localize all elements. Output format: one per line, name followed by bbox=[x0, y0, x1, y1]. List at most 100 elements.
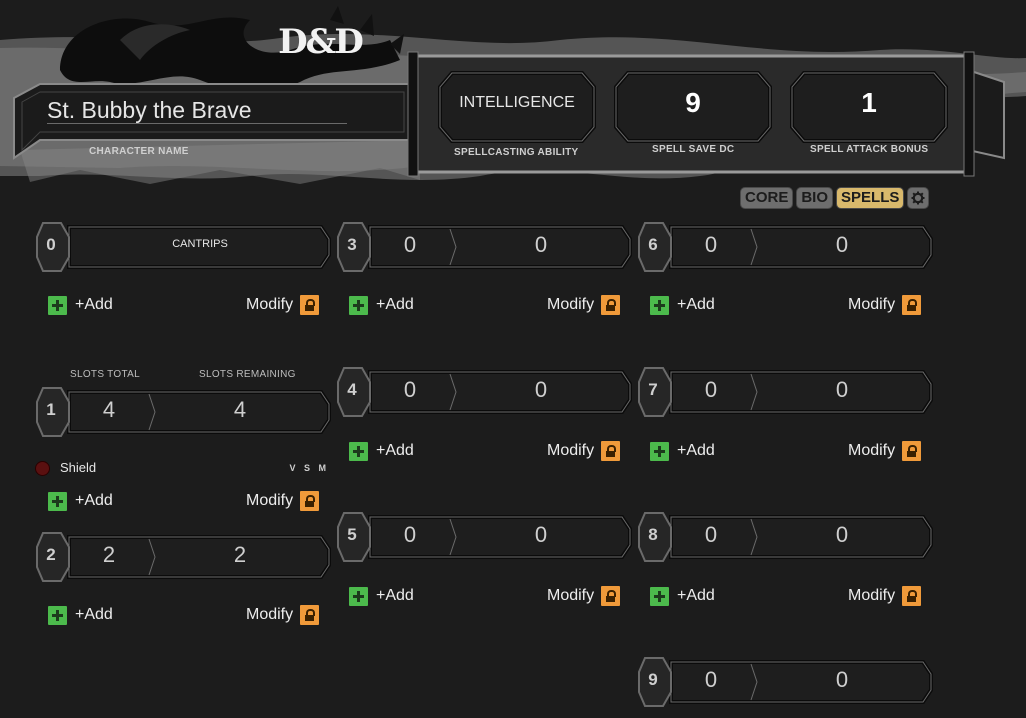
modify-button-level-0[interactable]: Modify bbox=[246, 294, 320, 316]
spell-save-dc-box: 9 bbox=[614, 71, 772, 143]
modify-label: Modify bbox=[547, 587, 595, 604]
tab-spells[interactable]: SPELLS bbox=[836, 187, 905, 209]
modify-button-level-1[interactable]: Modify bbox=[246, 490, 320, 512]
spell-components: V S M bbox=[289, 463, 329, 473]
slots-remaining-value[interactable]: 2 bbox=[151, 542, 329, 568]
spell-level-0-bar: 0 CANTRIPS bbox=[35, 221, 331, 273]
modify-label: Modify bbox=[848, 296, 896, 313]
slots-total-value[interactable]: 4 bbox=[71, 397, 147, 423]
plus-icon bbox=[349, 295, 368, 315]
spellcasting-ability-box[interactable]: INTELLIGENCE bbox=[438, 71, 596, 143]
level-number: 5 bbox=[347, 525, 357, 544]
add-spell-button-level-7[interactable]: +Add bbox=[650, 441, 715, 461]
add-spell-button-level-2[interactable]: +Add bbox=[48, 605, 113, 625]
add-label: +Add bbox=[376, 442, 414, 459]
lock-icon bbox=[300, 491, 320, 511]
add-spell-button-level-6[interactable]: +Add bbox=[650, 295, 715, 315]
modify-button-level-3[interactable]: Modify bbox=[547, 294, 621, 316]
lock-icon bbox=[902, 441, 922, 461]
add-label: +Add bbox=[75, 296, 113, 313]
level-number: 8 bbox=[648, 525, 658, 544]
add-label: +Add bbox=[75, 606, 113, 623]
spell-level-3-bar: 3 0 0 bbox=[336, 221, 632, 273]
spell-level-1-bar: 1 4 4 bbox=[35, 386, 331, 438]
add-label: +Add bbox=[376, 296, 414, 313]
slots-total-value[interactable]: 0 bbox=[372, 232, 448, 258]
lock-icon bbox=[902, 295, 922, 315]
add-spell-button-level-1[interactable]: +Add bbox=[48, 491, 113, 511]
plus-icon bbox=[48, 491, 67, 511]
spell-prepared-toggle[interactable] bbox=[35, 461, 50, 476]
slots-total-value[interactable]: 0 bbox=[372, 377, 448, 403]
lock-icon bbox=[601, 295, 621, 315]
slots-remaining-value[interactable]: 4 bbox=[151, 397, 329, 423]
slots-total-value[interactable]: 0 bbox=[673, 377, 749, 403]
character-name-input[interactable] bbox=[47, 97, 347, 124]
cantrips-title: CANTRIPS bbox=[172, 238, 228, 250]
modify-button-level-7[interactable]: Modify bbox=[848, 440, 922, 462]
tab-core[interactable]: CORE bbox=[740, 187, 794, 209]
level-number: 2 bbox=[46, 545, 56, 564]
slots-total-header: SLOTS TOTAL bbox=[70, 369, 140, 380]
modify-label: Modify bbox=[848, 442, 896, 459]
tab-bio[interactable]: BIO bbox=[796, 187, 834, 209]
modify-label: Modify bbox=[547, 442, 595, 459]
plus-icon bbox=[349, 441, 368, 461]
slots-remaining-value[interactable]: 0 bbox=[452, 232, 630, 258]
spell-save-dc-label: SPELL SAVE DC bbox=[652, 144, 735, 155]
slots-remaining-value[interactable]: 0 bbox=[753, 232, 931, 258]
add-spell-button-level-8[interactable]: +Add bbox=[650, 586, 715, 606]
spell-level-5-bar: 5 0 0 bbox=[336, 511, 632, 563]
sheet-tabs: CORE BIO SPELLS bbox=[740, 187, 930, 209]
level-number: 7 bbox=[648, 380, 658, 399]
level-number: 4 bbox=[347, 380, 357, 399]
slots-remaining-header: SLOTS REMAINING bbox=[199, 369, 296, 380]
slots-total-value[interactable]: 0 bbox=[673, 522, 749, 548]
modify-button-level-6[interactable]: Modify bbox=[848, 294, 922, 316]
modify-button-level-4[interactable]: Modify bbox=[547, 440, 621, 462]
slots-total-value[interactable]: 2 bbox=[71, 542, 147, 568]
slots-remaining-value[interactable]: 0 bbox=[753, 377, 931, 403]
slots-total-value[interactable]: 0 bbox=[673, 232, 749, 258]
spellcasting-ability-value: INTELLIGENCE bbox=[459, 94, 575, 111]
spell-attack-bonus-label: SPELL ATTACK BONUS bbox=[810, 144, 929, 155]
modify-button-level-2[interactable]: Modify bbox=[246, 604, 320, 626]
add-spell-button-level-0[interactable]: +Add bbox=[48, 295, 113, 315]
plus-icon bbox=[48, 605, 67, 625]
slots-remaining-value[interactable]: 0 bbox=[452, 377, 630, 403]
slots-remaining-value[interactable]: 0 bbox=[753, 522, 931, 548]
spell-level-6-bar: 6 0 0 bbox=[637, 221, 933, 273]
lock-icon bbox=[601, 586, 621, 606]
add-spell-button-level-3[interactable]: +Add bbox=[349, 295, 414, 315]
modify-button-level-8[interactable]: Modify bbox=[848, 585, 922, 607]
settings-gear-icon[interactable] bbox=[907, 187, 930, 209]
add-spell-button-level-5[interactable]: +Add bbox=[349, 586, 414, 606]
plus-icon bbox=[650, 295, 669, 315]
level-number: 1 bbox=[46, 400, 56, 419]
spell-row-shield[interactable]: Shield V S M bbox=[35, 459, 331, 477]
spellcasting-ability-label: SPELLCASTING ABILITY bbox=[454, 147, 579, 158]
plus-icon bbox=[48, 295, 67, 315]
spell-save-dc-value: 9 bbox=[685, 87, 701, 118]
level-number: 9 bbox=[648, 670, 658, 689]
add-label: +Add bbox=[677, 296, 715, 313]
spell-attack-bonus-box: 1 bbox=[790, 71, 948, 143]
slots-total-value[interactable]: 0 bbox=[673, 667, 749, 693]
lock-icon bbox=[300, 605, 320, 625]
gear-icon bbox=[911, 191, 925, 205]
plus-icon bbox=[349, 586, 368, 606]
add-spell-button-level-4[interactable]: +Add bbox=[349, 441, 414, 461]
slots-total-value[interactable]: 0 bbox=[372, 522, 448, 548]
spell-level-8-bar: 8 0 0 bbox=[637, 511, 933, 563]
level-number: 0 bbox=[46, 235, 56, 254]
modify-button-level-5[interactable]: Modify bbox=[547, 585, 621, 607]
slots-remaining-value[interactable]: 0 bbox=[452, 522, 630, 548]
add-label: +Add bbox=[75, 492, 113, 509]
level-number: 6 bbox=[648, 235, 658, 254]
slots-remaining-value[interactable]: 0 bbox=[753, 667, 931, 693]
modify-label: Modify bbox=[246, 492, 294, 509]
spell-name[interactable]: Shield bbox=[60, 460, 96, 475]
spell-level-7-bar: 7 0 0 bbox=[637, 366, 933, 418]
modify-label: Modify bbox=[848, 587, 896, 604]
dnd-logo: D&D bbox=[278, 22, 364, 62]
